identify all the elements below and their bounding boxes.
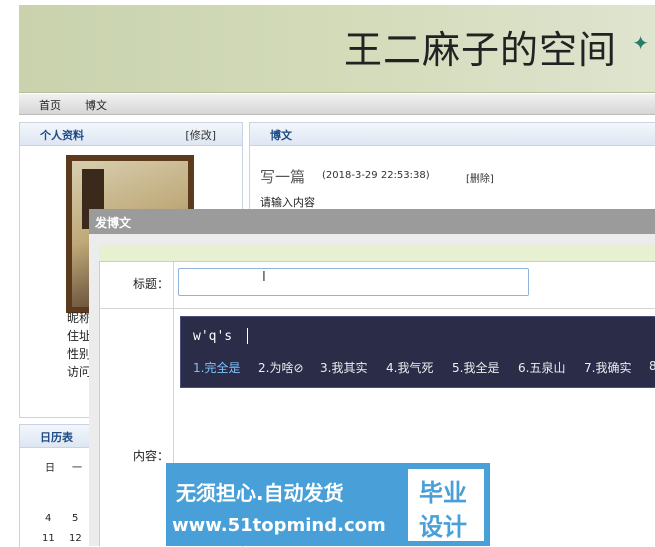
ime-candidate[interactable]: 7.我确实: [584, 359, 631, 376]
watermark-box-top: 毕业: [419, 479, 467, 507]
calendar-day[interactable]: 12: [69, 533, 82, 544]
calendar-day[interactable]: 4: [45, 513, 51, 524]
profile-visits-label: 访问: [67, 365, 92, 379]
profile-panel-title: 个人资料: [40, 129, 84, 142]
ime-candidate[interactable]: 4.我气死: [386, 359, 433, 376]
top-nav: 首页 博文: [19, 94, 655, 115]
calendar-weekday-mon: 一: [72, 463, 82, 474]
site-banner: 王二麻子的空间 ✦: [19, 5, 655, 93]
page-left-margin: [0, 0, 19, 546]
calendar-panel-title: 日历表: [40, 431, 73, 444]
title-input[interactable]: [178, 268, 529, 296]
form-divider: [100, 308, 655, 309]
watermark-url: www.51topmind.com: [172, 515, 386, 536]
post-timestamp: (2018-3-29 22:53:38): [322, 170, 430, 181]
dialog-toolbar-strip: [99, 245, 655, 261]
calendar-day[interactable]: 5: [72, 513, 78, 524]
calendar-weekday-sun: 日: [45, 463, 55, 474]
site-title: 王二麻子的空间: [343, 28, 617, 72]
nav-blog-link[interactable]: 博文: [85, 97, 107, 113]
title-label: 标题：: [133, 277, 170, 291]
ime-candidate-window: w'q's 1.完全是 2.为啥⊘ 3.我其实 4.我气死 5.我全是 6.五泉…: [180, 316, 655, 388]
posts-panel-title: 博文: [270, 129, 292, 142]
ime-candidate[interactable]: 8: [649, 359, 655, 373]
butterfly-icon: ✦: [632, 31, 649, 55]
posts-panel-header: 博文: [250, 123, 655, 146]
text-cursor-icon: I: [262, 270, 266, 285]
ime-candidate[interactable]: 2.为啥⊘: [258, 359, 304, 376]
post-body-text: 请输入内容: [260, 196, 315, 209]
watermark-line1: 无须担心.自动发货: [176, 481, 344, 505]
ime-candidate[interactable]: 3.我其实: [320, 359, 367, 376]
watermark-box-bottom: 设计: [419, 513, 467, 541]
ime-composition: w'q's: [193, 329, 233, 344]
profile-nickname-label: 昵称: [67, 311, 92, 325]
profile-address-label: 住址: [67, 329, 92, 343]
profile-edit-link[interactable]: [修改]: [185, 127, 216, 143]
ime-candidate[interactable]: 1.完全是: [193, 359, 240, 376]
ime-caret: [247, 328, 248, 344]
watermark-box: 毕业 设计: [408, 469, 484, 541]
dialog-title: 发博文: [95, 216, 132, 230]
post-title-link[interactable]: 写一篇: [260, 166, 305, 187]
calendar-day[interactable]: 11: [42, 533, 55, 544]
watermark-banner: 无须担心.自动发货 www.51topmind.com 毕业 设计: [166, 463, 490, 546]
content-label: 内容：: [133, 449, 170, 463]
nav-home-link[interactable]: 首页: [39, 97, 61, 113]
ime-candidate[interactable]: 6.五泉山: [518, 359, 565, 376]
ime-candidate[interactable]: 5.我全是: [452, 359, 499, 376]
dialog-titlebar[interactable]: 发博文: [89, 209, 655, 234]
profile-gender-label: 性别: [67, 347, 92, 361]
post-delete-link[interactable]: [删除]: [466, 170, 494, 185]
profile-panel-header: 个人资料 [修改]: [20, 123, 242, 146]
